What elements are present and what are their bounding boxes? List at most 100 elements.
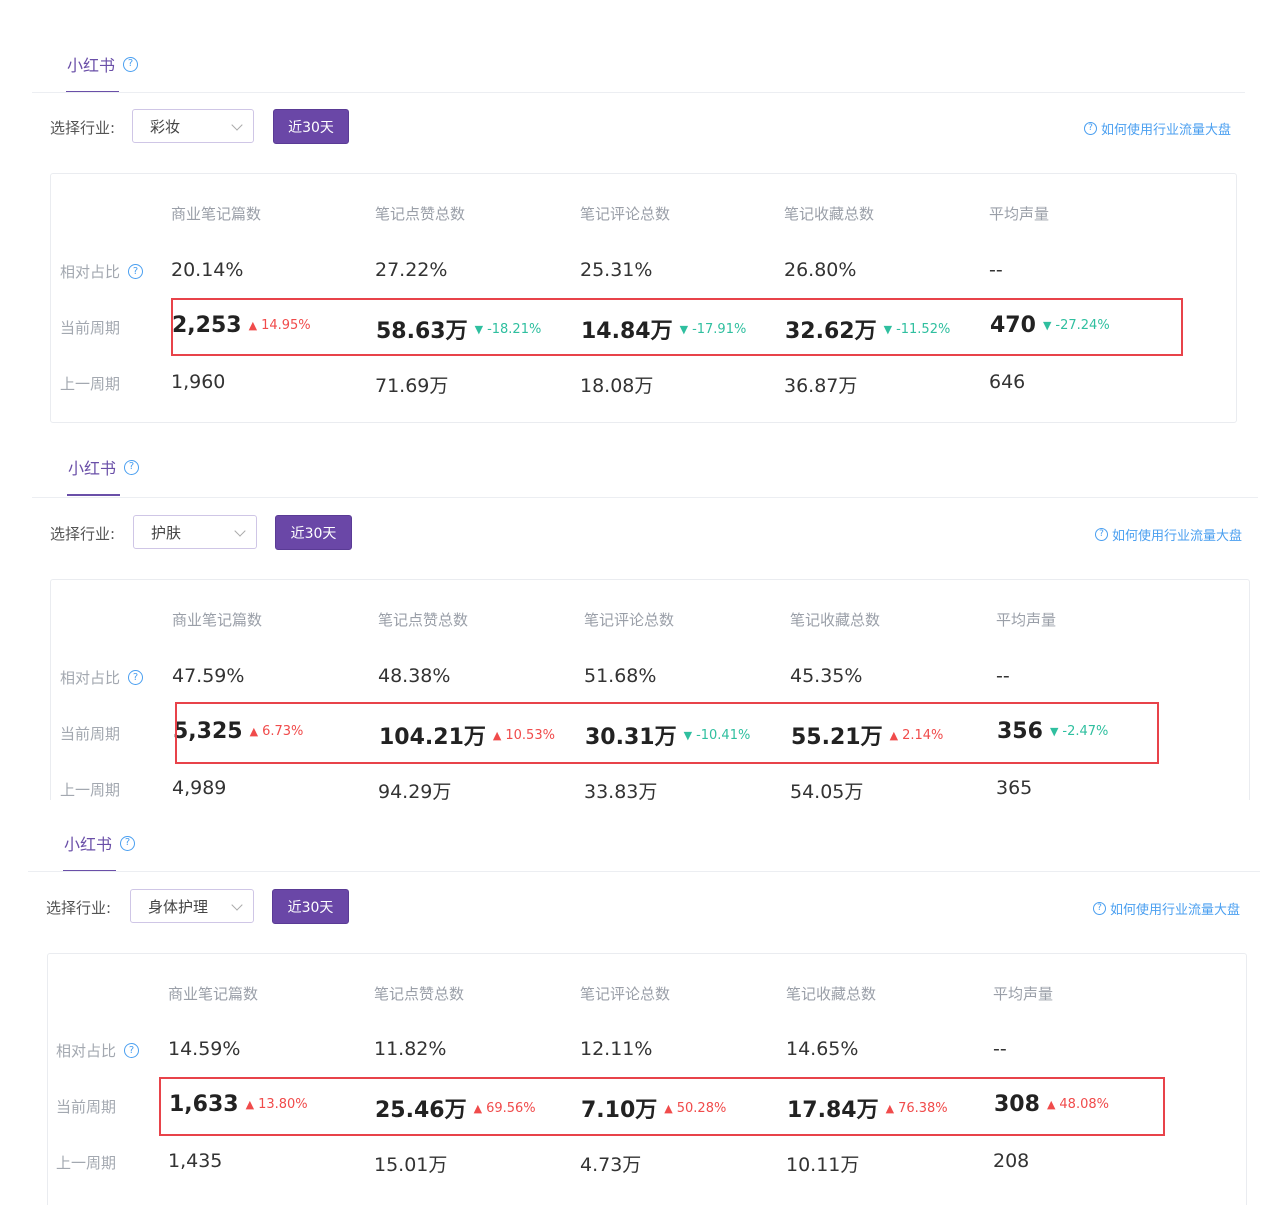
column-header: 笔记点赞总数: [374, 985, 465, 1003]
row-label-text: 相对占比: [60, 669, 121, 687]
help-link-text: 如何使用行业流量大盘: [1111, 529, 1242, 544]
ratio-value: 26.80%: [784, 259, 857, 281]
column-header: 笔记收藏总数: [786, 985, 877, 1003]
ratio-value: 11.82%: [374, 1038, 447, 1060]
tab-xiaohongshu[interactable]: 小红书?: [64, 831, 136, 855]
question-circle-icon[interactable]: ?: [120, 835, 136, 851]
date-range-button[interactable]: 近30天: [272, 889, 349, 924]
column-header: 笔记点赞总数: [375, 205, 466, 223]
previous-value: 4,989: [172, 777, 227, 799]
question-circle-icon[interactable]: ?: [124, 1043, 140, 1058]
question-circle-icon[interactable]: ?: [123, 56, 139, 72]
column-header: 商业笔记篇数: [168, 985, 259, 1003]
row-label-text: 相对占比: [56, 1042, 117, 1060]
column-header: 笔记收藏总数: [790, 611, 881, 629]
chevron-down-icon: [231, 899, 243, 911]
previous-value: 208: [993, 1150, 1030, 1172]
previous-value: 15.01万: [374, 1154, 448, 1176]
previous-value: 1,960: [171, 371, 226, 393]
previous-value: 54.05万: [790, 781, 864, 800]
highlight-box: [175, 702, 1159, 764]
highlight-box: [159, 1077, 1165, 1136]
ratio-value: --: [996, 665, 1010, 687]
row-label-ratio: 相对占比?: [56, 1040, 140, 1061]
tab-xiaohongshu[interactable]: 小红书?: [68, 455, 140, 479]
ratio-value: --: [993, 1038, 1007, 1060]
industry-select-value: 护肤: [151, 523, 182, 542]
tab-label: 小红书: [64, 835, 113, 854]
previous-value: 1,435: [168, 1150, 223, 1172]
ratio-value: 14.59%: [168, 1038, 241, 1060]
question-circle-icon[interactable]: ?: [128, 670, 144, 685]
row-label-previous: 上一周期: [56, 1154, 117, 1172]
help-link[interactable]: ? 如何使用行业流量大盘: [1092, 899, 1240, 918]
ratio-value: --: [989, 259, 1003, 281]
column-header: 笔记收藏总数: [784, 205, 875, 223]
industry-panel: 小红书? 选择行业: 身体护理 近30天? 如何使用行业流量大盘 商业笔记篇数 笔记点赞总数…: [28, 820, 1260, 1205]
column-header: 平均声量: [996, 611, 1057, 629]
question-circle-icon: ?: [1094, 528, 1108, 541]
question-circle-icon[interactable]: ?: [128, 264, 144, 279]
help-link-text: 如何使用行业流量大盘: [1100, 123, 1231, 138]
column-header: 笔记评论总数: [580, 205, 671, 223]
previous-value: 36.87万: [784, 375, 858, 397]
industry-label: 选择行业:: [50, 119, 116, 137]
industry-select[interactable]: 护肤: [133, 515, 257, 549]
highlight-box: [171, 298, 1183, 356]
column-header: 笔记评论总数: [580, 985, 671, 1003]
tab-label: 小红书: [67, 56, 116, 75]
question-circle-icon[interactable]: ?: [124, 459, 140, 475]
date-range-button[interactable]: 近30天: [273, 109, 349, 144]
tab-active-indicator: [67, 494, 120, 496]
help-link-text: 如何使用行业流量大盘: [1109, 903, 1240, 918]
column-header: 笔记评论总数: [584, 611, 675, 629]
ratio-value: 48.38%: [378, 665, 451, 687]
ratio-value: 51.68%: [584, 665, 657, 687]
previous-value: 33.83万: [584, 781, 658, 800]
divider: [32, 497, 1258, 498]
industry-select-value: 彩妆: [150, 117, 181, 136]
column-header: 平均声量: [989, 205, 1050, 223]
question-circle-icon: ?: [1092, 902, 1106, 915]
previous-value: 94.29万: [378, 781, 452, 800]
row-label-ratio: 相对占比?: [60, 667, 144, 688]
help-link[interactable]: ? 如何使用行业流量大盘: [1083, 119, 1231, 138]
industry-select[interactable]: 身体护理: [130, 889, 254, 923]
divider: [28, 871, 1260, 872]
industry-label: 选择行业:: [46, 899, 112, 917]
previous-value: 4.73万: [580, 1154, 642, 1176]
column-header: 笔记点赞总数: [378, 611, 469, 629]
column-header: 商业笔记篇数: [172, 611, 263, 629]
row-label-ratio: 相对占比?: [60, 261, 144, 282]
question-circle-icon: ?: [1083, 122, 1097, 135]
industry-select-value: 身体护理: [148, 897, 209, 916]
row-label-current: 当前周期: [60, 319, 121, 337]
industry-label: 选择行业:: [50, 525, 116, 543]
row-label-text: 相对占比: [60, 263, 121, 281]
row-label-current: 当前周期: [56, 1098, 117, 1116]
help-link[interactable]: ? 如何使用行业流量大盘: [1094, 525, 1242, 544]
industry-panel: 小红书? 选择行业: 彩妆 近30天? 如何使用行业流量大盘 商业笔记篇数 笔记点赞总数 笔记…: [32, 15, 1245, 425]
previous-value: 18.08万: [580, 375, 654, 397]
ratio-value: 20.14%: [171, 259, 244, 281]
previous-value: 10.11万: [786, 1154, 860, 1176]
chevron-down-icon: [234, 525, 246, 537]
date-range-button[interactable]: 近30天: [275, 515, 352, 550]
column-header: 商业笔记篇数: [171, 205, 262, 223]
industry-select[interactable]: 彩妆: [132, 109, 254, 143]
previous-value: 646: [989, 371, 1026, 393]
divider: [32, 92, 1245, 93]
chevron-down-icon: [231, 119, 243, 131]
ratio-value: 14.65%: [786, 1038, 859, 1060]
ratio-value: 47.59%: [172, 665, 245, 687]
tab-xiaohongshu[interactable]: 小红书?: [67, 52, 139, 76]
column-header: 平均声量: [993, 985, 1054, 1003]
industry-panel: 小红书? 选择行业: 护肤 近30天? 如何使用行业流量大盘 商业笔记篇数 笔记点赞总数 笔记…: [32, 442, 1258, 800]
tab-label: 小红书: [68, 459, 117, 478]
ratio-value: 12.11%: [580, 1038, 653, 1060]
previous-value: 71.69万: [375, 375, 449, 397]
ratio-value: 25.31%: [580, 259, 653, 281]
row-label-previous: 上一周期: [60, 375, 121, 393]
previous-value: 365: [996, 777, 1033, 799]
row-label-current: 当前周期: [60, 725, 121, 743]
